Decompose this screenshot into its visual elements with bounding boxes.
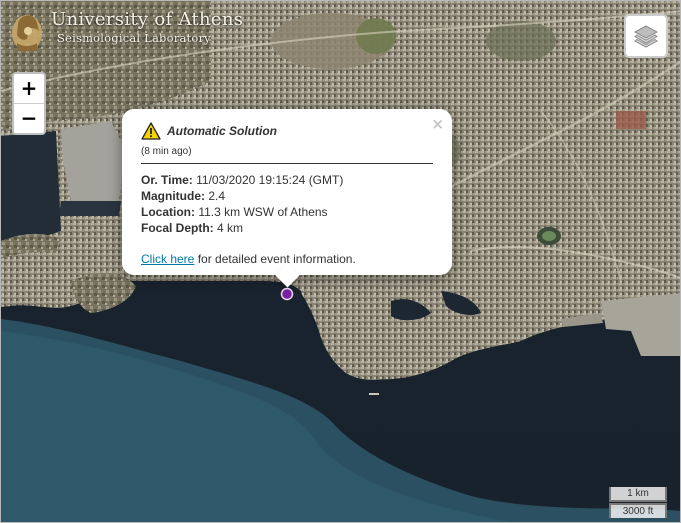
map-scale: 1 km 3000 ft [609, 487, 667, 518]
focal-depth-label: Focal Depth: [141, 221, 214, 235]
location-value: 11.3 km WSW of Athens [198, 205, 328, 219]
layers-button[interactable] [624, 14, 668, 58]
popup-age: (8 min ago) [141, 146, 192, 157]
popup-title: Automatic Solution [167, 124, 277, 138]
focal-depth-row: Focal Depth: 4 km [141, 220, 433, 236]
details-suffix: for detailed event information. [197, 252, 356, 266]
layers-icon [633, 25, 659, 48]
focal-depth-value: 4 km [217, 221, 244, 235]
earthquake-marker-icon[interactable] [280, 287, 294, 301]
logo-title: University of Athens [51, 9, 244, 30]
location-label: Location: [141, 205, 195, 219]
logo-subtitle: Seismological Laboratory [57, 31, 211, 45]
location-row: Location: 11.3 km WSW of Athens [141, 204, 433, 220]
popup-close-button[interactable]: × [431, 115, 444, 133]
origin-time-value: 11/03/2020 19:15:24 (GMT) [196, 173, 344, 187]
event-popup: × Automatic Solution (8 min ago) Or. Tim… [122, 109, 452, 288]
zoom-in-button[interactable]: + [14, 74, 44, 103]
origin-time-label: Or. Time: [141, 173, 193, 187]
zoom-out-button[interactable]: − [14, 103, 44, 133]
map-view[interactable]: University of Athens Seismological Labor… [0, 0, 681, 523]
magnitude-value: 2.4 [208, 189, 226, 203]
origin-time-row: Or. Time: 11/03/2020 19:15:24 (GMT) [141, 172, 433, 188]
scale-imperial: 3000 ft [609, 503, 667, 518]
event-details-link[interactable]: Click here [141, 252, 194, 266]
magnitude-row: Magnitude: 2.4 [141, 188, 433, 204]
university-logo: University of Athens Seismological Labor… [9, 9, 243, 57]
athena-seal-icon [12, 15, 42, 51]
magnitude-label: Magnitude: [141, 189, 205, 203]
warning-icon [141, 122, 161, 140]
scale-metric: 1 km [609, 487, 667, 502]
zoom-control: + − [12, 72, 46, 135]
popup-divider [141, 163, 433, 164]
